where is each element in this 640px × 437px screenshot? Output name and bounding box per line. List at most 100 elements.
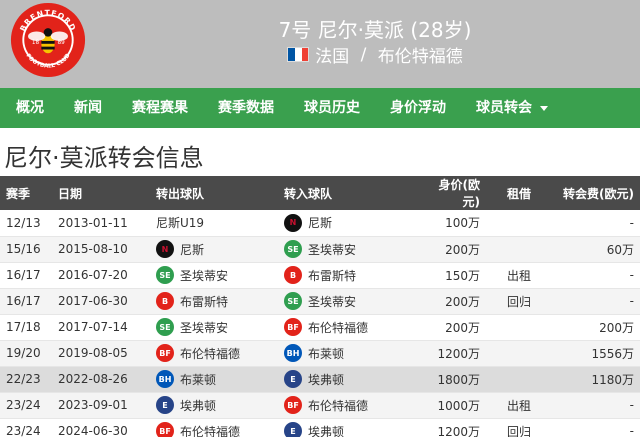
cell-from-club[interactable]: SE 圣埃蒂安 (150, 262, 278, 288)
cell-value: 100万 (445, 216, 480, 231)
cell-loan (486, 236, 552, 262)
cell-date: 2024-06-30 (58, 424, 128, 437)
club-crest-icon: SE (284, 292, 302, 310)
cell-fee: - (629, 215, 634, 230)
cell-to-club[interactable]: SE 圣埃蒂安 (278, 236, 424, 262)
nav-overview[interactable]: 概况 (16, 88, 44, 128)
table-row: 19/20 2019-08-05 BF 布伦特福德 BH 布莱顿 1200万 1556万 (0, 340, 640, 366)
cell-loan: 出租 (506, 268, 531, 283)
player-country[interactable]: 法国 (315, 42, 349, 67)
cell-fee: 1180万 (591, 372, 634, 387)
cell-from-club[interactable]: N 尼斯 (150, 236, 278, 262)
cell-value: 1800万 (437, 372, 480, 387)
cell-season: 15/16 (6, 242, 41, 256)
cell-loan: 回归 (506, 424, 531, 437)
club-crest-icon: B (284, 266, 302, 284)
cell-date: 2017-07-14 (58, 320, 128, 334)
cell-season: 17/18 (6, 320, 41, 334)
club-crest-icon: N (284, 213, 302, 232)
club-crest-icon: E (156, 396, 174, 414)
player-title: 7号 尼尔·莫派 (28岁) (278, 18, 472, 42)
cell-to-club[interactable]: E 埃弗顿 (278, 418, 424, 437)
nav-news[interactable]: 新闻 (74, 88, 102, 128)
nav-transfers-label: 球员转会 (476, 100, 532, 116)
cell-from-club[interactable]: BH 布莱顿 (150, 366, 278, 392)
table-row: 17/18 2017-07-14 SE 圣埃蒂安 BF 布伦特福德 200万 200万 (0, 314, 640, 340)
col-value: 身价(欧元) (438, 178, 481, 209)
cell-from-club[interactable]: SE 圣埃蒂安 (150, 314, 278, 340)
cell-to-club[interactable]: BH 布莱顿 (278, 340, 424, 366)
nav-transfers[interactable]: 球员转会 (476, 88, 548, 128)
col-date: 日期 (58, 186, 83, 201)
cell-from-club[interactable]: BF 布伦特福德 (150, 340, 278, 366)
player-club-link[interactable]: 布伦特福德 (378, 42, 463, 67)
cell-fee: 200万 (599, 320, 634, 335)
main-nav: 概况 新闻 赛程赛果 赛季数据 球员历史 身价浮动 球员转会 (0, 88, 640, 128)
cell-from-club[interactable]: 尼斯U19 (150, 210, 278, 236)
cell-fee: 60万 (606, 242, 634, 257)
cell-value: 1200万 (437, 424, 480, 437)
col-to: 转入球队 (284, 186, 333, 201)
cell-to-club[interactable]: BF 布伦特福德 (278, 314, 424, 340)
cell-season: 12/13 (6, 215, 41, 230)
table-row: 23/24 2024-06-30 BF 布伦特福德 E 埃弗顿 1200万 回归 - (0, 418, 640, 437)
nav-season-stats[interactable]: 赛季数据 (218, 88, 274, 128)
club-crest-icon: SE (156, 266, 174, 284)
cell-from-club[interactable]: BF 布伦特福德 (150, 418, 278, 437)
club-crest-icon: SE (284, 240, 302, 258)
cell-fee: - (629, 268, 634, 282)
cell-value: 1000万 (437, 398, 480, 413)
cell-loan (486, 210, 552, 236)
club-crest-icon: BF (284, 396, 302, 414)
cell-fee: 1556万 (591, 346, 634, 361)
table-row: 22/23 2022-08-26 BH 布莱顿 E 埃弗顿 1800万 1180万 (0, 366, 640, 392)
cell-date: 2015-08-10 (58, 242, 128, 256)
cell-loan (486, 314, 552, 340)
cell-loan (486, 340, 552, 366)
cell-value: 200万 (445, 242, 480, 257)
table-row: 12/13 2013-01-11 尼斯U19 N 尼斯 100万 - (0, 210, 640, 236)
chevron-down-icon (540, 105, 548, 111)
cell-value: 200万 (445, 294, 480, 309)
table-header-row: 赛季 日期 转出球队 转入球队 身价(欧元) 租借 转会费(欧元) (0, 176, 640, 210)
table-row: 15/16 2015-08-10 N 尼斯 SE 圣埃蒂安 200万 60万 (0, 236, 640, 262)
player-subtitle: 法国 / 布伦特福德 (110, 42, 640, 67)
col-loan: 租借 (506, 186, 531, 201)
cell-loan (486, 366, 552, 392)
cell-season: 22/23 (6, 372, 41, 386)
nav-player-history[interactable]: 球员历史 (304, 88, 360, 128)
club-crest-icon: E (284, 370, 302, 388)
cell-to-club[interactable]: BF 布伦特福德 (278, 392, 424, 418)
cell-date: 2013-01-11 (58, 215, 128, 230)
col-from: 转出球队 (156, 186, 205, 201)
cell-to-club[interactable]: N 尼斯 (278, 210, 424, 236)
cell-to-club[interactable]: SE 圣埃蒂安 (278, 288, 424, 314)
cell-value: 200万 (445, 320, 480, 335)
nav-market-value[interactable]: 身价浮动 (390, 88, 446, 128)
cell-from-club[interactable]: E 埃弗顿 (150, 392, 278, 418)
transfer-table: 赛季 日期 转出球队 转入球队 身价(欧元) 租借 转会费(欧元) 12/13 2… (0, 176, 640, 437)
cell-season: 19/20 (6, 346, 41, 360)
table-row: 16/17 2016-07-20 SE 圣埃蒂安 B 布雷斯特 150万 出租 - (0, 262, 640, 288)
cell-value: 1200万 (437, 346, 480, 361)
france-flag-icon (287, 47, 310, 62)
cell-to-club[interactable]: E 埃弗顿 (278, 366, 424, 392)
col-season: 赛季 (6, 186, 31, 201)
club-crest-icon: SE (156, 318, 174, 336)
club-crest-icon: E (284, 422, 302, 437)
club-crest-icon: N (156, 240, 174, 258)
cell-date: 2022-08-26 (58, 372, 128, 386)
cell-loan: 出租 (506, 398, 531, 413)
club-crest-icon: B (156, 292, 174, 310)
cell-date: 2017-06-30 (58, 294, 128, 308)
cell-to-club[interactable]: B 布雷斯特 (278, 262, 424, 288)
col-fee: 转会费(欧元) (563, 186, 634, 201)
table-row: 16/17 2017-06-30 B 布雷斯特 SE 圣埃蒂安 200万 回归 - (0, 288, 640, 314)
player-header: 18 89 BRENTFORD FOOTBALL CLUB 7号 尼尔·莫派 (… (0, 0, 640, 88)
nav-fixtures[interactable]: 赛程赛果 (132, 88, 188, 128)
club-crest-icon: BH (156, 370, 174, 388)
cell-fee: - (629, 294, 634, 308)
cell-date: 2016-07-20 (58, 268, 128, 282)
cell-from-club[interactable]: B 布雷斯特 (150, 288, 278, 314)
club-crest-icon: BF (284, 318, 302, 336)
